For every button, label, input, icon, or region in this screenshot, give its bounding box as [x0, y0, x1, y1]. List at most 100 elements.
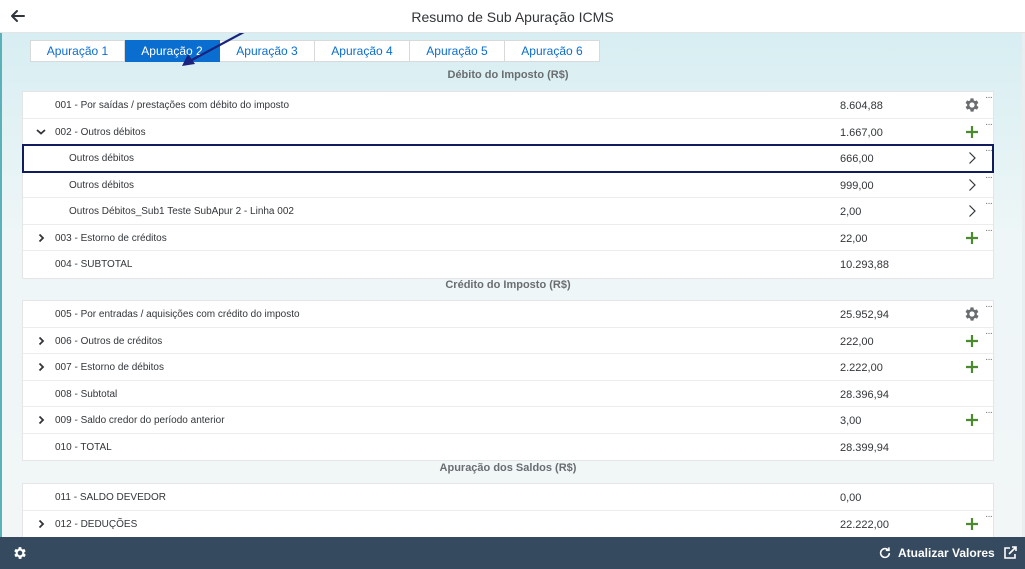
- table-row[interactable]: 010 - TOTAL 28.399,94: [23, 434, 993, 461]
- table-row[interactable]: 012 - DEDUÇÕES 22.222,00 ···: [23, 511, 993, 538]
- row-label: Outros débitos: [69, 179, 135, 191]
- plus-icon: [966, 334, 978, 347]
- row-label: 005 - Por entradas / aquisições com créd…: [55, 309, 300, 320]
- more-icon[interactable]: ···: [985, 328, 993, 339]
- navigate-button[interactable]: [963, 202, 981, 220]
- table-row[interactable]: 003 - Estorno de créditos 22,00 ···: [23, 225, 993, 251]
- gear-icon: [965, 307, 979, 321]
- row-value: 10.293,88: [840, 259, 889, 271]
- debito-panel: 001 - Por saídas / prestações com débito…: [22, 91, 994, 279]
- row-label: Outros Débitos_Sub1 Teste SubApur 2 - Li…: [69, 206, 294, 217]
- row-value: 1.667,00: [840, 126, 883, 139]
- chevron-right-icon: [969, 152, 976, 164]
- tab-apuracao-6[interactable]: Apuração 6: [505, 40, 600, 62]
- row-label: 010 - TOTAL: [55, 441, 112, 453]
- table-row[interactable]: Outros débitos 999,00 ···: [23, 172, 993, 198]
- row-value: 28.399,94: [840, 441, 889, 454]
- chevron-right-small-icon[interactable]: [35, 361, 47, 373]
- saldos-panel: 011 - SALDO DEVEDOR 0,00 012 - DEDUÇÕES …: [22, 483, 994, 537]
- tab-bar: Apuração 1 Apuração 2 Apuração 3 Apuraçã…: [30, 40, 600, 62]
- table-row[interactable]: 007 - Estorno de débitos 2.222,00 ···: [23, 354, 993, 381]
- table-row[interactable]: 004 - SUBTOTAL 10.293,88: [23, 251, 993, 278]
- row-label: 009 - Saldo credor do período anterior: [55, 415, 225, 426]
- credito-panel: 005 - Por entradas / aquisições com créd…: [22, 300, 994, 461]
- row-label: 012 - DEDUÇÕES: [55, 518, 138, 530]
- row-value: 2,00: [840, 206, 862, 218]
- plus-icon: [966, 361, 978, 373]
- gear-icon: [965, 98, 979, 112]
- row-value: 25.952,94: [840, 309, 889, 321]
- table-row[interactable]: 005 - Por entradas / aquisições com créd…: [23, 301, 993, 328]
- tab-apuracao-4[interactable]: Apuração 4: [315, 40, 410, 62]
- row-value: 3,00: [840, 415, 862, 427]
- chevron-right-icon: [969, 178, 976, 191]
- plus-icon: [966, 125, 978, 138]
- refresh-icon: [879, 547, 891, 559]
- tab-apuracao-5[interactable]: Apuração 5: [410, 40, 505, 62]
- row-value: 28.396,94: [840, 388, 889, 401]
- more-icon[interactable]: ···: [985, 354, 993, 365]
- row-value: 666,00: [840, 153, 874, 165]
- chevron-right-small-icon[interactable]: [35, 518, 47, 530]
- row-label: 011 - SALDO DEVEDOR: [55, 492, 166, 503]
- row-label: 008 - Subtotal: [55, 388, 118, 400]
- add-button[interactable]: [963, 358, 981, 376]
- row-label: 002 - Outros débitos: [55, 126, 146, 138]
- refresh-values-button[interactable]: Atualizar Valores: [878, 545, 995, 561]
- chevron-right-small-icon[interactable]: [35, 414, 47, 426]
- more-icon[interactable]: ···: [985, 119, 993, 130]
- settings-button[interactable]: [963, 96, 981, 114]
- refresh-values-label: Atualizar Valores: [898, 546, 995, 560]
- app-header: Resumo de Sub Apuração ICMS: [0, 0, 1025, 33]
- more-icon[interactable]: ···: [985, 511, 993, 522]
- table-row[interactable]: 006 - Outros de créditos 222,00 ···: [23, 328, 993, 354]
- chevron-down-small-icon[interactable]: [35, 126, 47, 138]
- row-value: 222,00: [840, 335, 874, 348]
- row-label: 003 - Estorno de créditos: [55, 232, 167, 244]
- settings-button[interactable]: [963, 305, 981, 323]
- plus-icon: [966, 414, 978, 426]
- add-button[interactable]: [963, 411, 981, 429]
- row-value: 2.222,00: [840, 362, 883, 374]
- more-icon[interactable]: ···: [985, 92, 993, 103]
- more-icon[interactable]: ···: [985, 407, 993, 418]
- more-icon[interactable]: ···: [985, 172, 993, 183]
- row-label: 006 - Outros de créditos: [55, 335, 163, 347]
- table-row[interactable]: 002 - Outros débitos 1.667,00 ···: [23, 119, 993, 145]
- chevron-right-small-icon[interactable]: [35, 335, 47, 347]
- more-icon[interactable]: ···: [985, 225, 993, 236]
- annotation-arrow-icon: [182, 33, 245, 66]
- row-value: 8.604,88: [840, 100, 883, 112]
- tab-apuracao-1[interactable]: Apuração 1: [30, 40, 125, 62]
- row-value: 999,00: [840, 179, 874, 192]
- table-row[interactable]: Outros Débitos_Sub1 Teste SubApur 2 - Li…: [23, 198, 993, 225]
- share-button[interactable]: [1002, 545, 1018, 561]
- add-button[interactable]: [963, 515, 981, 533]
- more-icon[interactable]: ···: [985, 145, 993, 156]
- row-label: 001 - Por saídas / prestações com débito…: [55, 100, 290, 111]
- navigate-button[interactable]: [963, 149, 981, 167]
- table-row[interactable]: 009 - Saldo credor do período anterior 3…: [23, 407, 993, 434]
- gear-icon: [14, 547, 26, 559]
- footer-toolbar: Atualizar Valores: [0, 537, 1025, 569]
- add-button[interactable]: [963, 229, 981, 247]
- table-row[interactable]: 011 - SALDO DEVEDOR 0,00: [23, 484, 993, 511]
- table-row[interactable]: 001 - Por saídas / prestações com débito…: [23, 92, 993, 119]
- settings-button[interactable]: [12, 545, 28, 561]
- row-label: 004 - SUBTOTAL: [55, 259, 133, 270]
- chevron-right-small-icon[interactable]: [35, 232, 47, 244]
- row-label: 007 - Estorno de débitos: [55, 362, 164, 373]
- table-row-selected[interactable]: Outros débitos 666,00 ···: [22, 144, 994, 173]
- navigate-button[interactable]: [963, 176, 981, 194]
- chevron-right-icon: [969, 205, 976, 217]
- more-icon[interactable]: ···: [985, 198, 993, 209]
- row-value: 0,00: [840, 492, 862, 504]
- section-title-saldos: Apuração dos Saldos (R$): [439, 462, 577, 474]
- add-button[interactable]: [963, 332, 981, 350]
- page-title: Resumo de Sub Apuração ICMS: [411, 9, 614, 25]
- share-icon: [1004, 546, 1017, 559]
- main-content: Apuração 1 Apuração 2 Apuração 3 Apuraçã…: [0, 33, 1025, 537]
- table-row[interactable]: 008 - Subtotal 28.396,94: [23, 381, 993, 407]
- add-button[interactable]: [963, 123, 981, 141]
- more-icon[interactable]: ···: [985, 301, 993, 312]
